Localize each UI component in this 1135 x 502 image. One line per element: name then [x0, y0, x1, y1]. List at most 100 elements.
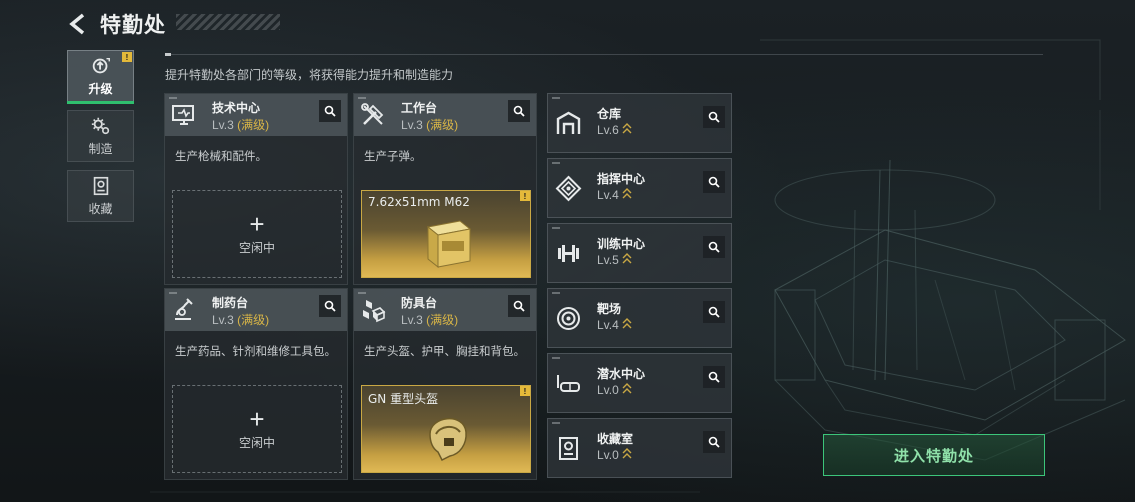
nav-tab-upgrade[interactable]: ! 升级 — [67, 50, 134, 104]
tech-center-icon — [172, 105, 194, 125]
facility-level: Lv.4 — [597, 318, 632, 332]
title-decoration-stripes — [176, 14, 280, 30]
target-icon — [557, 307, 580, 330]
back-arrow-icon[interactable] — [66, 12, 90, 36]
upgrade-chevron-icon — [622, 123, 632, 134]
corner-mark — [169, 97, 177, 99]
facility-command-center[interactable]: 指挥中心 Lv.4 — [547, 158, 732, 218]
search-icon — [708, 111, 720, 123]
facility-diving-center[interactable]: 潜水中心 Lv.0 — [547, 353, 732, 413]
production-alert-badge: ! — [520, 386, 530, 396]
nav-label: 升级 — [88, 82, 113, 96]
facility-name: 训练中心 — [597, 237, 646, 251]
card-level: Lv.3 (满级) — [212, 311, 269, 328]
search-button[interactable] — [703, 366, 725, 388]
upgrade-chevron-icon — [622, 383, 632, 394]
diving-mask-icon — [557, 375, 580, 392]
workbench-icon — [361, 103, 384, 125]
facility-collection-room[interactable]: 收藏室 Lv.0 — [547, 418, 732, 478]
nav-tab-craft[interactable]: 制造 — [67, 110, 134, 162]
nav-label: 制造 — [88, 142, 113, 156]
facility-level: Lv.5 — [597, 253, 632, 267]
upgrade-chevron-icon — [622, 188, 632, 199]
search-icon — [708, 371, 720, 383]
corner-mark — [169, 292, 177, 294]
upgrade-icon — [92, 57, 110, 74]
facility-name: 指挥中心 — [597, 172, 646, 186]
card-description: 生产子弹。 — [364, 151, 422, 163]
facility-card-pharmacy[interactable]: 制药台 Lv.3 (满级) 生产药品、针剂和维修工具包。 + 空闲中 — [164, 288, 348, 480]
dumbbell-icon — [558, 245, 579, 262]
card-level: Lv.3 (满级) — [401, 311, 458, 328]
facility-name: 靶场 — [597, 302, 622, 316]
search-button[interactable] — [703, 171, 725, 193]
upgrade-chevron-icon — [622, 448, 632, 459]
level-value: Lv.5 — [597, 253, 619, 267]
search-button[interactable] — [703, 301, 725, 323]
facility-shooting-range[interactable]: 靶场 Lv.4 — [547, 288, 732, 348]
command-center-icon — [555, 175, 582, 202]
collection-room-icon — [559, 437, 578, 460]
facility-card-workbench[interactable]: 工作台 Lv.3 (满级) 生产子弹。 7.62x51mm M62 ! — [353, 93, 537, 285]
corner-mark — [552, 292, 560, 294]
helmet-icon — [429, 417, 467, 462]
facility-training-center[interactable]: 训练中心 Lv.5 — [547, 223, 732, 283]
search-button[interactable] — [703, 236, 725, 258]
max-level-tag: (满级) — [237, 118, 270, 132]
corner-mark — [552, 97, 560, 99]
upgrade-chevron-icon — [622, 318, 632, 329]
idle-production-slot[interactable]: + 空闲中 — [172, 385, 342, 473]
search-button[interactable] — [703, 106, 725, 128]
facility-name: 收藏室 — [597, 432, 634, 446]
production-alert-badge: ! — [520, 191, 530, 201]
gears-icon — [91, 117, 109, 135]
corner-mark — [552, 227, 560, 229]
facility-name: 仓库 — [597, 107, 622, 121]
facility-level: Lv.4 — [597, 188, 632, 202]
upgrade-chevron-icon — [622, 253, 632, 264]
facility-level: Lv.0 — [597, 448, 632, 462]
production-slot-item[interactable]: GN 重型头盔 ! — [361, 385, 531, 473]
enter-button-label: 进入特勤处 — [893, 447, 974, 465]
idle-label: 空闲中 — [238, 240, 275, 255]
search-button[interactable] — [508, 100, 530, 122]
production-slot-item[interactable]: 7.62x51mm M62 ! — [361, 190, 531, 278]
card-description: 生产枪械和配件。 — [175, 151, 267, 163]
level-value: Lv.3 — [401, 118, 423, 132]
max-level-tag: (满级) — [426, 313, 459, 327]
search-button[interactable] — [319, 100, 341, 122]
facility-card-armor-bench[interactable]: 防具台 Lv.3 (满级) 生产头盔、护甲、胸挂和背包。 GN 重型头盔 ! — [353, 288, 537, 480]
page-title: 特勤处 — [100, 14, 166, 37]
ammo-box-icon — [426, 220, 472, 269]
idle-production-slot[interactable]: + 空闲中 — [172, 190, 342, 278]
corner-mark — [552, 162, 560, 164]
search-button[interactable] — [508, 295, 530, 317]
search-icon — [324, 300, 336, 312]
card-header: 技术中心 Lv.3 (满级) — [165, 94, 347, 136]
search-icon — [708, 241, 720, 253]
level-value: Lv.3 — [212, 118, 234, 132]
search-icon — [513, 300, 525, 312]
card-level: Lv.3 (满级) — [212, 116, 269, 133]
pharmacy-icon — [175, 298, 193, 320]
enter-headquarters-button[interactable]: 进入特勤处 — [823, 434, 1045, 476]
nav-tab-collection[interactable]: 收藏 — [67, 170, 134, 222]
level-value: Lv.6 — [597, 123, 619, 137]
facility-card-tech-center[interactable]: 技术中心 Lv.3 (满级) 生产枪械和配件。 + 空闲中 — [164, 93, 348, 285]
facility-warehouse[interactable]: 仓库 Lv.6 — [547, 93, 732, 153]
card-title: 工作台 — [401, 101, 438, 115]
corner-mark — [552, 357, 560, 359]
level-value: Lv.4 — [597, 188, 619, 202]
collection-icon — [93, 176, 108, 196]
section-description: 提升特勤处各部门的等级，将获得能力提升和制造能力 — [165, 68, 454, 82]
nav-label: 收藏 — [88, 202, 113, 216]
plus-icon: + — [249, 403, 265, 434]
card-description: 生产药品、针剂和维修工具包。 — [175, 346, 336, 358]
search-button[interactable] — [703, 431, 725, 453]
search-icon — [708, 436, 720, 448]
card-title: 防具台 — [401, 296, 438, 310]
search-button[interactable] — [319, 295, 341, 317]
card-title: 技术中心 — [212, 101, 261, 115]
level-value: Lv.0 — [597, 448, 619, 462]
corner-mark — [358, 292, 366, 294]
